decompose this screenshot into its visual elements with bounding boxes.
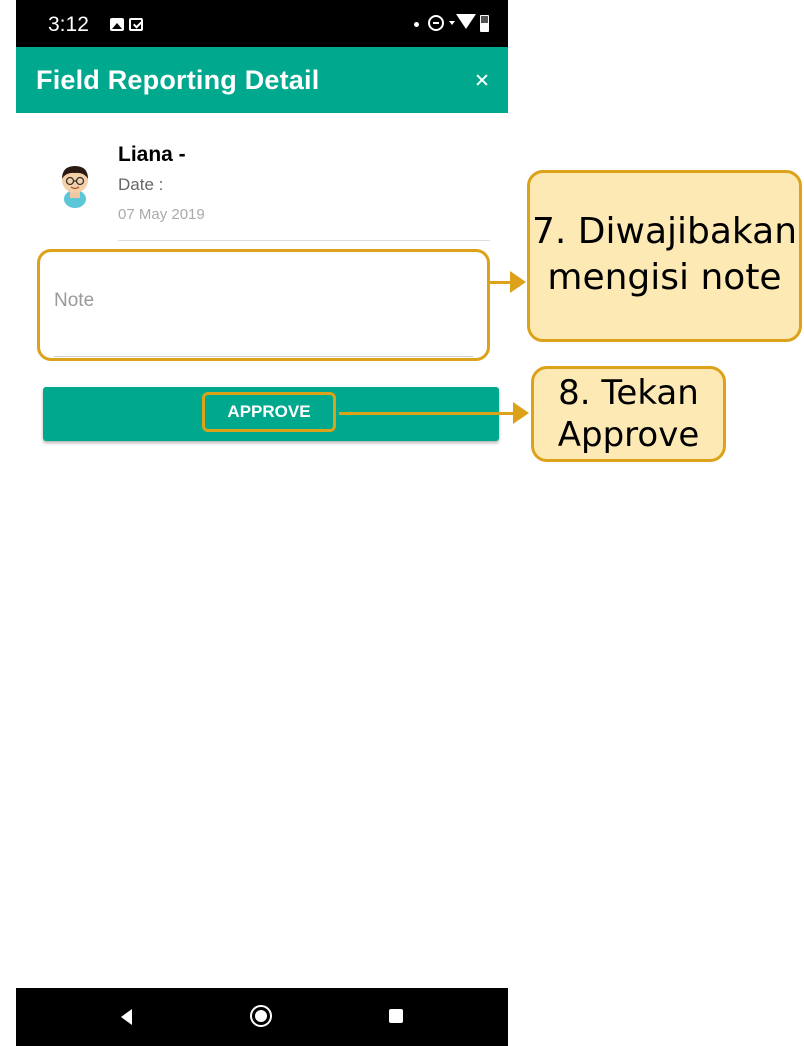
annotation-arrow-8-head [513, 402, 529, 424]
annotation-callout-step-7: 7. Diwajibakan mengisi note [527, 170, 802, 342]
note-field[interactable] [37, 249, 490, 361]
mail-notification-icon [129, 18, 143, 31]
recents-icon[interactable] [389, 1009, 403, 1023]
status-time: 3:12 [48, 13, 89, 36]
annotation-arrow-8-line [339, 412, 515, 415]
wifi-icon [456, 14, 476, 29]
note-input[interactable] [54, 290, 454, 312]
phone-screen: 3:12 Field Reporting Detail Liana - Date… [16, 0, 508, 1046]
do-not-disturb-icon [428, 15, 444, 31]
callout-8-line-2: Approve [557, 415, 700, 455]
close-icon[interactable] [472, 69, 494, 91]
data-arrow-icon [449, 21, 455, 25]
back-icon[interactable] [121, 1009, 132, 1025]
callout-8-line-1: 8. Tekan [558, 373, 699, 413]
callout-7-line-2: mengisi note [547, 257, 782, 298]
navigation-bar [16, 988, 508, 1046]
person-avatar-icon [62, 166, 88, 208]
annotation-callout-step-8: 8. Tekan Approve [531, 366, 726, 462]
app-bar: Field Reporting Detail [16, 47, 508, 113]
annotation-arrow-7-head [510, 271, 526, 293]
date-label: Date : [118, 175, 164, 194]
home-icon[interactable] [250, 1005, 272, 1027]
status-bar: 3:12 [16, 0, 508, 47]
page-title: Field Reporting Detail [36, 65, 320, 95]
image-notification-icon [110, 18, 124, 31]
note-underline [54, 356, 473, 357]
dot-icon [414, 22, 419, 27]
user-name: Liana - [118, 143, 186, 166]
date-value: 07 May 2019 [118, 206, 205, 223]
callout-7-line-1: 7. Diwajibakan [531, 211, 798, 252]
battery-icon [480, 15, 489, 32]
divider [118, 240, 490, 241]
approve-button-label: APPROVE [202, 392, 336, 432]
